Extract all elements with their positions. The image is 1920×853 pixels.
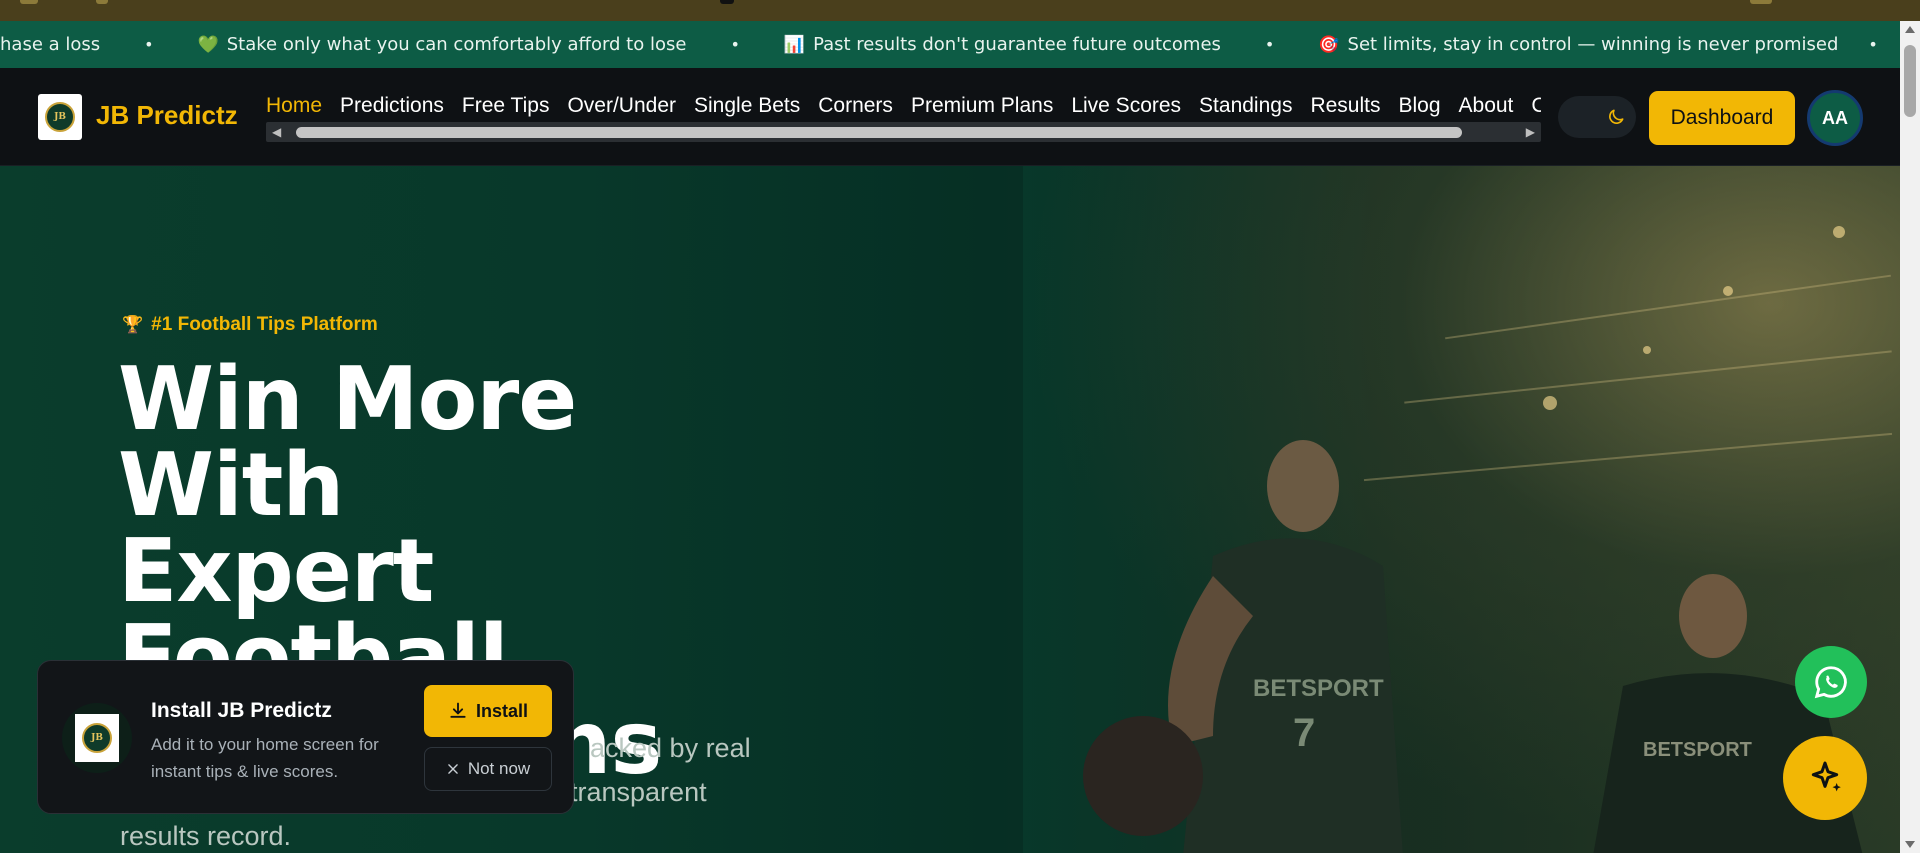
svg-text:7: 7: [1293, 711, 1315, 755]
ticker-text: Past results don't guarantee future outc…: [813, 34, 1221, 55]
moon-icon: [1609, 109, 1624, 124]
install-button[interactable]: Install: [424, 685, 552, 737]
badge-text: #1 Football Tips Platform: [151, 314, 378, 335]
hero-background-image: BETSPORT 7 BETSPORT: [1023, 166, 1900, 853]
browser-toolbar-strip: [0, 0, 1920, 21]
ticker-text: Stake only what you can comfortably affo…: [226, 34, 687, 55]
green-heart-icon: 💚: [197, 34, 219, 55]
dashboard-button[interactable]: Dashboard: [1649, 91, 1795, 145]
main-navbar: JB JB Predictz Home Predictions Free Tips O…: [0, 68, 1900, 166]
bar-chart-icon: 📊: [783, 34, 806, 55]
nav-link-results[interactable]: Results: [1310, 90, 1380, 122]
nav-link-contact[interactable]: Co: [1531, 90, 1541, 122]
target-icon: 🎯: [1318, 34, 1340, 55]
logo-emblem: JB: [45, 102, 75, 132]
ai-assistant-button[interactable]: [1783, 736, 1867, 820]
ticker-text: hase a loss: [0, 34, 101, 55]
theme-toggle[interactable]: [1558, 96, 1636, 138]
browser-tab-fragment: [720, 0, 734, 4]
nav-link-predictions[interactable]: Predictions: [340, 90, 444, 122]
stadium-light: [1643, 346, 1651, 354]
user-avatar[interactable]: AA: [1807, 90, 1863, 146]
stadium-stand: [1363, 432, 1893, 482]
platform-badge: 🏆 #1 Football Tips Platform: [122, 314, 378, 336]
nav-link-corners[interactable]: Corners: [818, 90, 893, 122]
ticker-item: 📊 Past results don't guarantee future out…: [784, 34, 1221, 55]
ticker-text: Set limits, stay in control — winning is…: [1347, 34, 1839, 55]
nav-link-about[interactable]: About: [1459, 90, 1514, 122]
page-scrollbar-thumb[interactable]: [1904, 45, 1916, 117]
browser-tab-fragment: [96, 0, 108, 4]
scroll-right-arrow-icon[interactable]: ▶: [1526, 125, 1535, 139]
responsible-gambling-ticker: hase a loss • 💚 Stake only what you can c…: [0, 21, 1900, 68]
scroll-up-arrow-icon[interactable]: [1905, 26, 1915, 33]
sparkle-icon: [1811, 761, 1841, 792]
close-icon: [448, 764, 458, 774]
stadium-light: [1723, 286, 1733, 296]
stadium-light: [1543, 396, 1557, 410]
ticker-separator: •: [1264, 35, 1275, 54]
player-left-silhouette: BETSPORT 7: [1083, 440, 1403, 853]
browser-tab-fragment: [20, 0, 38, 4]
hero-title-line: Win More With: [118, 348, 577, 536]
nav-link-premium-plans[interactable]: Premium Plans: [911, 90, 1053, 122]
download-icon: [450, 702, 466, 718]
ticker-separator: •: [730, 35, 740, 54]
scroll-left-arrow-icon[interactable]: ◀: [272, 125, 281, 139]
ticker-separator: •: [1868, 35, 1878, 54]
install-title: Install JB Predictz: [151, 699, 332, 722]
ticker-item: hase a loss: [0, 34, 100, 55]
hero-title-line: Expert: [118, 520, 434, 622]
nav-links: Home Predictions Free Tips Over/Under Single…: [266, 90, 1541, 122]
hero-subtitle-line: results record.: [120, 821, 292, 851]
svg-text:BETSPORT: BETSPORT: [1253, 675, 1384, 702]
brand-logo[interactable]: JB: [38, 94, 82, 140]
nav-link-standings[interactable]: Standings: [1199, 90, 1292, 122]
install-logo-square: JB: [75, 714, 119, 762]
install-app-prompt: JB Install JB Predictz Add it to your ho…: [37, 660, 574, 814]
nav-scrollbar-thumb[interactable]: [296, 127, 1462, 138]
stadium-light: [1833, 226, 1845, 238]
page-scrollbar[interactable]: [1900, 21, 1920, 853]
ticker-separator: •: [144, 35, 154, 54]
nav-link-blog[interactable]: Blog: [1398, 90, 1440, 122]
install-app-logo: JB: [62, 703, 132, 773]
svg-text:BETSPORT: BETSPORT: [1643, 739, 1752, 761]
nav-scrollbar[interactable]: ◀ ▶: [266, 122, 1541, 142]
install-button-label: Install: [475, 700, 528, 721]
not-now-button[interactable]: Not now: [424, 747, 552, 791]
scroll-down-arrow-icon[interactable]: [1905, 841, 1915, 848]
nav-link-free-tips[interactable]: Free Tips: [462, 90, 550, 122]
whatsapp-icon: [1814, 666, 1847, 699]
install-description: Add it to your home screen for instant t…: [151, 735, 379, 781]
browser-tab-fragment: [1750, 0, 1772, 4]
stadium-stand: [1445, 274, 1891, 340]
stadium-stand: [1404, 350, 1892, 404]
ticker-item: 💚 Stake only what you can comfortably aff…: [198, 34, 687, 55]
trophy-icon: 🏆: [122, 315, 144, 334]
brand-name[interactable]: JB Predictz: [96, 100, 238, 131]
whatsapp-button[interactable]: [1795, 646, 1867, 718]
nav-link-home[interactable]: Home: [266, 90, 322, 122]
nav-link-single-bets[interactable]: Single Bets: [694, 90, 800, 122]
nav-link-live-scores[interactable]: Live Scores: [1071, 90, 1181, 122]
ticker-item: 🎯 Set limits, stay in control — winning i…: [1318, 34, 1838, 55]
nav-link-over-under[interactable]: Over/Under: [567, 90, 676, 122]
not-now-label: Not now: [467, 759, 531, 778]
logo-emblem: JB: [82, 723, 112, 753]
